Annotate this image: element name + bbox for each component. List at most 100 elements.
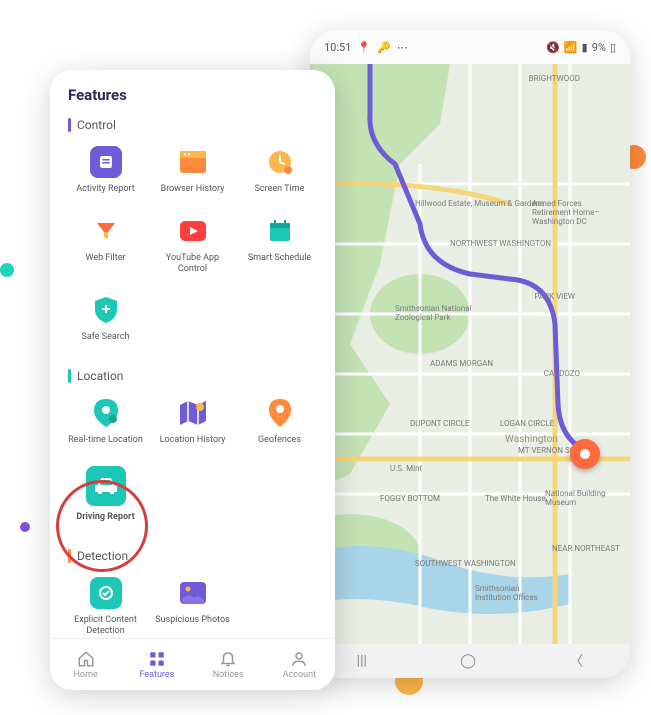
tile-explicit-content[interactable]: Explicit Content Detection: [64, 569, 147, 638]
grid-icon: [148, 650, 166, 668]
bottom-nav: Home Features Notices Account: [50, 638, 335, 690]
youtube-icon: [177, 215, 209, 247]
map-label: The White House: [485, 494, 546, 503]
nav-label: Notices: [213, 670, 244, 680]
map-label: NEAR NORTHEAST: [552, 544, 620, 553]
map-label: CARDOZO: [544, 369, 580, 378]
map-label: FOGGY BOTTOM: [380, 494, 440, 503]
user-icon: [290, 650, 308, 668]
section-bar-icon: [68, 549, 71, 563]
phone-map: 10:51 📍 🔑 ⋯ 🔇 📶 ▮ 9% ▯: [310, 30, 630, 678]
tile-label: Browser History: [161, 184, 225, 195]
map-label: Smithsonian National Zoological Park: [395, 304, 485, 322]
tile-geofences[interactable]: Geofences: [238, 389, 321, 456]
section-title: Control: [77, 118, 116, 132]
browser-icon: [177, 146, 209, 178]
tile-activity-report[interactable]: Activity Report: [64, 138, 147, 205]
map-pin-icon[interactable]: [570, 439, 600, 469]
battery-text: 9%: [592, 41, 606, 54]
tile-label: Real-time Location: [68, 435, 143, 446]
calendar-icon: [264, 215, 296, 247]
report-icon: [90, 146, 122, 178]
map-label: SOUTHWEST WASHINGTON: [415, 559, 516, 568]
map-label: ADAMS MORGAN: [430, 359, 493, 368]
tile-driving-report[interactable]: Driving Report: [64, 458, 147, 533]
tile-label: Safe Search: [82, 332, 130, 343]
map-label: PARK VIEW: [534, 292, 575, 301]
back-button[interactable]: 〈: [569, 651, 583, 671]
tile-browser-history[interactable]: Browser History: [151, 138, 234, 205]
car-icon: [86, 466, 126, 506]
android-nav: ||| ◯ 〈: [310, 644, 630, 678]
nav-label: Features: [139, 670, 174, 680]
nav-features[interactable]: Features: [121, 639, 192, 690]
key-icon: 🔑: [377, 41, 391, 54]
section-bar-icon: [68, 118, 71, 132]
tile-suspicious-photos[interactable]: Suspicious Photos: [151, 569, 234, 638]
recents-button[interactable]: |||: [357, 653, 367, 669]
tile-label: Screen Time: [255, 184, 305, 195]
phone-app: Features Control Activity Report Browser…: [50, 70, 335, 690]
nav-label: Home: [74, 670, 98, 680]
map-label: Hillwood Estate, Museum & Gardens: [415, 199, 544, 208]
status-bar: 10:51 📍 🔑 ⋯ 🔇 📶 ▮ 9% ▯: [310, 30, 630, 64]
nav-home[interactable]: Home: [50, 639, 121, 690]
tile-youtube-control[interactable]: YouTube App Control: [151, 207, 234, 285]
tile-label: Explicit Content Detection: [66, 615, 145, 637]
tile-safe-search[interactable]: Safe Search: [64, 286, 147, 353]
photo-icon: [177, 577, 209, 609]
tile-label: Activity Report: [76, 184, 134, 195]
nav-account[interactable]: Account: [264, 639, 335, 690]
tile-label: Geofences: [258, 435, 301, 446]
map-label: U.S. Mint: [390, 464, 422, 473]
nav-label: Account: [283, 670, 316, 680]
page-title: Features: [50, 70, 335, 110]
tile-realtime-location[interactable]: Real-time Location: [64, 389, 147, 456]
map-label: Smithsonian Institution Offices: [475, 584, 555, 602]
tile-label: Suspicious Photos: [155, 615, 229, 626]
tile-label: Web Filter: [85, 253, 125, 264]
section-title: Detection: [77, 549, 128, 563]
map-label: LOGAN CIRCLE: [500, 419, 554, 428]
tile-label: Location History: [160, 435, 226, 446]
mute-icon: 🔇: [546, 41, 560, 54]
section-location: Location: [58, 361, 327, 389]
map-label: BRIGHTWOOD: [529, 74, 580, 83]
target-icon: [90, 577, 122, 609]
map-icon: [177, 397, 209, 429]
map-label: Armed Forces Retirement Home–Washington …: [532, 199, 622, 226]
tile-smart-schedule[interactable]: Smart Schedule: [238, 207, 321, 285]
tile-location-history[interactable]: Location History: [151, 389, 234, 456]
wifi-icon: 📶: [564, 41, 578, 54]
tile-label: Smart Schedule: [248, 253, 311, 264]
clock-icon: [264, 146, 296, 178]
tile-label: YouTube App Control: [153, 253, 232, 275]
section-detection: Detection: [58, 541, 327, 569]
map-label: National Building Museum: [545, 489, 615, 507]
home-icon: [77, 650, 95, 668]
section-title: Location: [77, 369, 123, 383]
more-icon: ⋯: [397, 41, 408, 54]
pin-icon: 📍: [357, 41, 371, 54]
tile-label: Driving Report: [76, 512, 134, 523]
tile-screen-time[interactable]: Screen Time: [238, 138, 321, 205]
tile-web-filter[interactable]: Web Filter: [64, 207, 147, 285]
map-label: NORTHWEST WASHINGTON: [450, 239, 551, 248]
decor-dot-teal: [0, 263, 14, 277]
signal-icon: ▮: [582, 41, 588, 54]
map-label: Washington: [505, 434, 558, 445]
section-control: Control: [58, 110, 327, 138]
decor-dot-purple: [20, 522, 30, 532]
section-bar-icon: [68, 369, 71, 383]
geofence-icon: [264, 397, 296, 429]
home-button[interactable]: ◯: [460, 653, 476, 669]
location-icon: [90, 397, 122, 429]
battery-icon: ▯: [610, 41, 616, 54]
filter-icon: [90, 215, 122, 247]
map-label: DUPONT CIRCLE: [410, 419, 470, 428]
status-time: 10:51: [324, 41, 351, 54]
map-canvas[interactable]: BRIGHTWOOD Hillwood Estate, Museum & Gar…: [310, 64, 630, 644]
shield-icon: [90, 294, 122, 326]
features-scroll[interactable]: Control Activity Report Browser History …: [50, 110, 335, 638]
nav-notices[interactable]: Notices: [193, 639, 264, 690]
